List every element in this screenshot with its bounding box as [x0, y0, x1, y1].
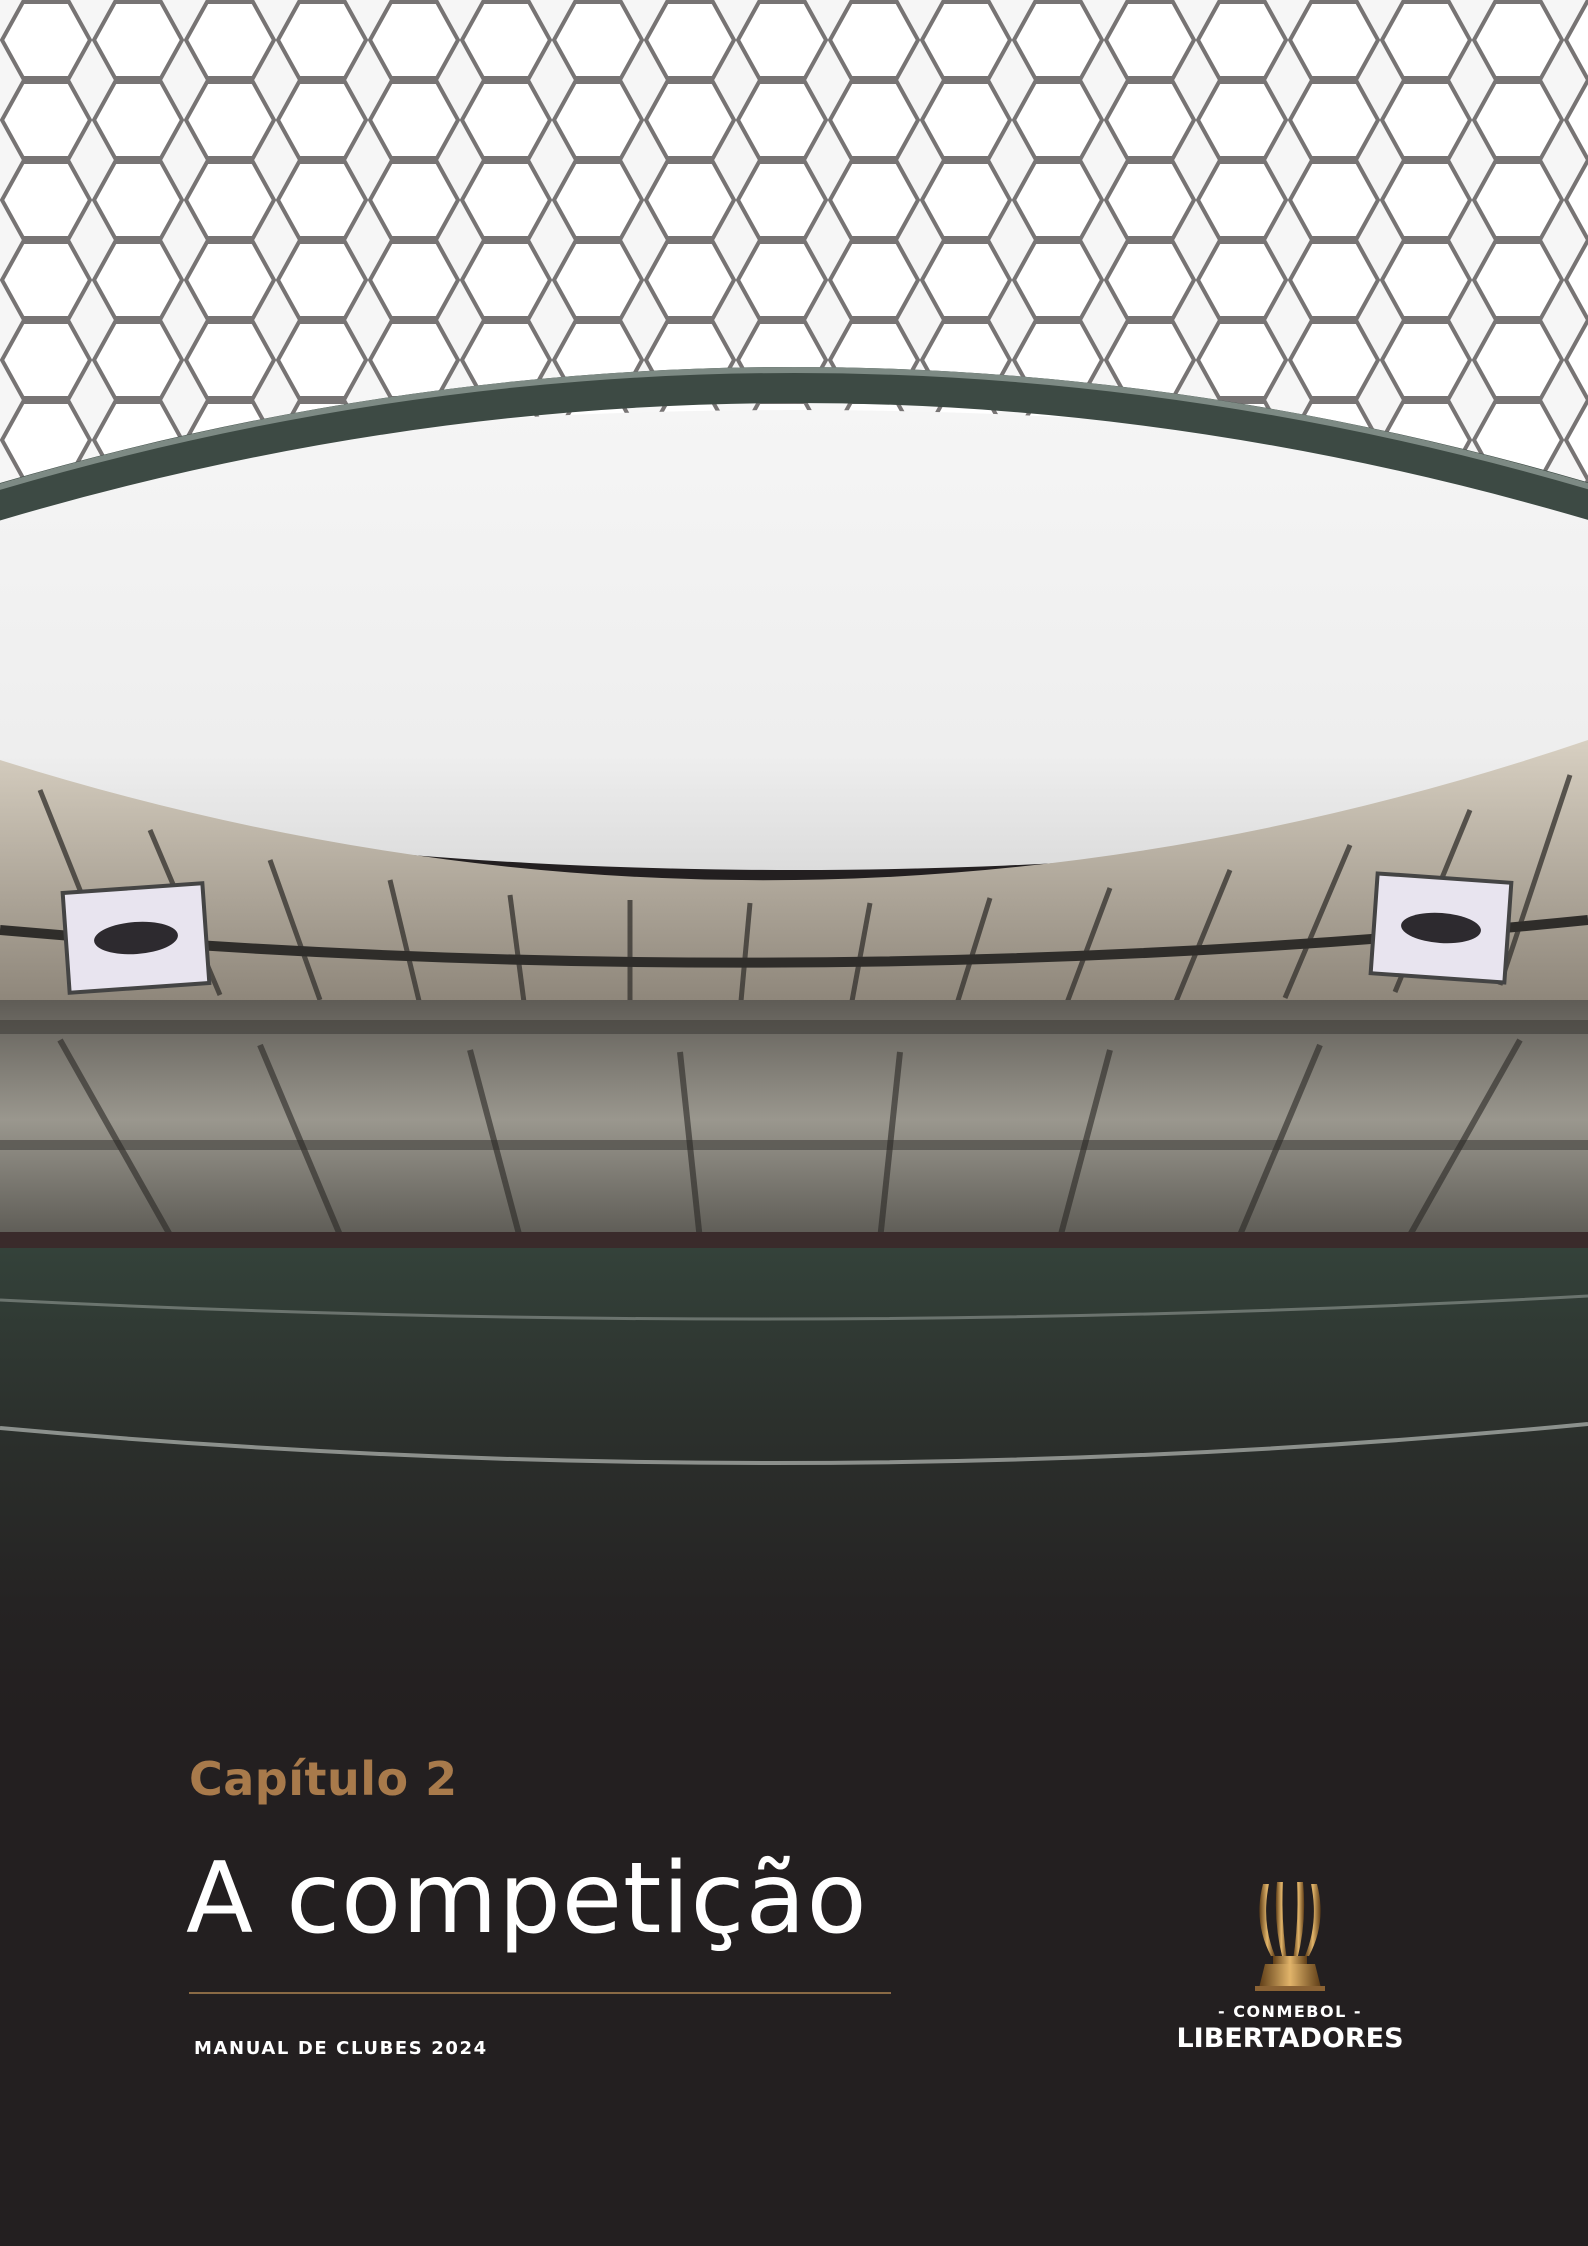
trophy-icon [1255, 1882, 1325, 1991]
page-title: A competição [186, 1842, 868, 1956]
cover-page: Capítulo 2 A competição MANUAL DE CLUBES… [0, 0, 1588, 2246]
logo-org-label: - CONMEBOL - [1218, 2002, 1362, 2021]
document-subtitle: MANUAL DE CLUBES 2024 [194, 2038, 488, 2059]
logo-name-label: LIBERTADORES [1176, 2023, 1404, 2054]
chapter-label: Capítulo 2 [189, 1752, 458, 1806]
libertadores-logo: - CONMEBOL - LIBERTADORES [1170, 1882, 1410, 2062]
stadium-photo [0, 0, 1588, 1720]
title-divider [189, 1992, 891, 1994]
